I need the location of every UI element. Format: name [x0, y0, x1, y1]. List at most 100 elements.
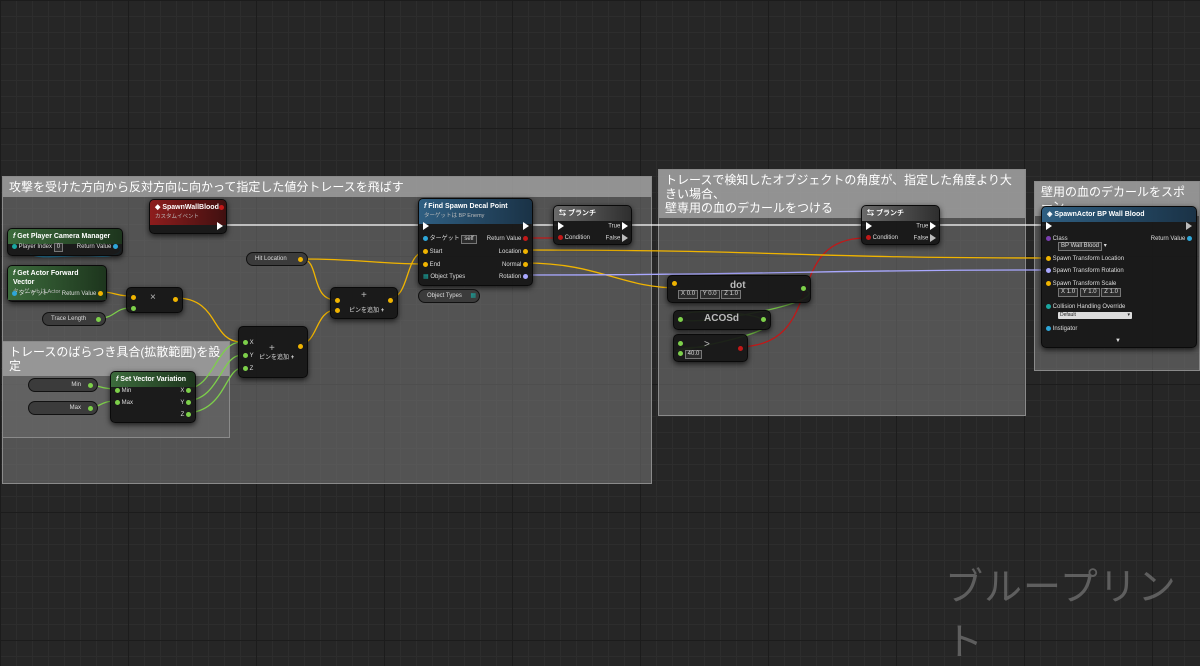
- vector-pin-icon: [335, 307, 340, 313]
- return-value-pin[interactable]: Return Value: [487, 235, 528, 243]
- exec-output-pin[interactable]: [1186, 222, 1192, 231]
- y-field[interactable]: Y 1.0: [1079, 288, 1100, 297]
- x-output-pin[interactable]: X: [180, 387, 191, 395]
- max-input-pin[interactable]: Max: [115, 399, 133, 407]
- delegate-pin[interactable]: [219, 204, 224, 212]
- vector-input-pin[interactable]: [335, 297, 340, 305]
- add-pin-button[interactable]: ピンを追加 +: [259, 354, 294, 362]
- collision-select[interactable]: Default ▾: [1058, 311, 1132, 319]
- exec-pin-icon: [523, 222, 529, 230]
- return-value-pin[interactable]: Return Value: [77, 243, 118, 251]
- vector-output-pin[interactable]: [298, 343, 303, 351]
- vector-pin-icon: [523, 248, 528, 254]
- y-output-pin[interactable]: Y: [180, 399, 191, 407]
- pin-label: Condition: [872, 235, 899, 241]
- float-input-pin[interactable]: 40.0: [678, 350, 703, 359]
- class-value[interactable]: BP Wall Blood: [1058, 242, 1103, 251]
- expand-advanced-button[interactable]: ▼: [1115, 337, 1121, 345]
- target-pin[interactable]: ターゲット: [12, 290, 49, 298]
- true-pin[interactable]: True: [608, 222, 628, 231]
- node-header: f Set Vector Variation: [111, 372, 195, 387]
- location-pin[interactable]: Location: [499, 248, 528, 256]
- branch-node[interactable]: ⇆ ブランチ Condition True False: [553, 205, 632, 245]
- spawn-scale-pin[interactable]: Spawn Transform Scale: [1046, 280, 1116, 288]
- false-pin[interactable]: False: [606, 234, 628, 243]
- instigator-pin[interactable]: Instigator: [1046, 325, 1077, 333]
- branch-node[interactable]: ⇆ ブランチ Condition True False: [861, 205, 940, 245]
- vector-output-pin[interactable]: [388, 297, 393, 305]
- get-player-camera-manager-node[interactable]: f Get Player Camera Manager Player Index…: [7, 228, 123, 256]
- z-output-pin[interactable]: Z: [181, 411, 191, 419]
- exec-input-pin[interactable]: [558, 222, 564, 231]
- spawn-wall-blood-event-node[interactable]: ◆ SpawnWallBlood カスタムイベント: [149, 199, 227, 234]
- true-pin[interactable]: True: [916, 222, 936, 231]
- spawn-rotation-pin[interactable]: Spawn Transform Rotation: [1046, 267, 1124, 275]
- return-value-pin[interactable]: Return Value: [1151, 235, 1192, 243]
- pin-label: False: [605, 235, 621, 242]
- axis-label: Z: [724, 291, 728, 297]
- x-field[interactable]: X 1.0: [1058, 288, 1079, 297]
- spawn-actor-node[interactable]: ◈ SpawnActor BP Wall Blood Class BP Wall…: [1041, 206, 1197, 348]
- end-pin[interactable]: End: [423, 261, 440, 269]
- bool-output-pin[interactable]: [738, 345, 743, 353]
- y-input-pin[interactable]: Y: [243, 352, 254, 360]
- exec-input-pin[interactable]: [1046, 222, 1052, 231]
- spawn-location-pin[interactable]: Spawn Transform Location: [1046, 255, 1124, 263]
- z-input-pin[interactable]: Z: [243, 365, 253, 373]
- get-actor-forward-vector-node[interactable]: f Get Actor Forward Vector ターゲットは Actor タ…: [7, 265, 107, 302]
- make-vector-node[interactable]: + ピンを追加 + X Y Z: [238, 326, 308, 378]
- collision-value[interactable]: Default ▾: [1058, 312, 1132, 319]
- add-pin-button[interactable]: ピンを追加 +: [349, 307, 384, 315]
- z-field[interactable]: Z 1.0: [1101, 288, 1121, 297]
- greater-than-node[interactable]: > 40.0: [673, 334, 748, 362]
- rotation-pin[interactable]: Rotation: [499, 273, 528, 281]
- collision-handling-pin[interactable]: Collision Handling Override: [1046, 303, 1125, 311]
- multiply-node[interactable]: ×: [126, 287, 183, 313]
- min-input-pin[interactable]: Min: [115, 387, 131, 395]
- z-field[interactable]: Z 1.0: [721, 290, 741, 299]
- add-node[interactable]: + ピンを追加 +: [330, 287, 398, 319]
- object-types-variable[interactable]: Object Types ▦: [418, 289, 480, 303]
- start-pin[interactable]: Start: [423, 248, 442, 256]
- target-pin[interactable]: ターゲット self: [423, 235, 477, 244]
- condition-pin[interactable]: Condition: [558, 234, 590, 242]
- condition-pin[interactable]: Condition: [866, 234, 898, 242]
- object-types-pin[interactable]: ▦ Object Types: [423, 273, 465, 281]
- float-input-pin[interactable]: [678, 316, 683, 324]
- hit-location-variable[interactable]: Hit Location: [246, 252, 308, 266]
- false-pin[interactable]: False: [914, 234, 936, 243]
- exec-input-pin[interactable]: [866, 222, 872, 231]
- class-select[interactable]: BP Wall Blood ▾: [1058, 242, 1107, 251]
- normal-pin[interactable]: Normal: [502, 261, 528, 269]
- max-variable[interactable]: Max: [28, 401, 98, 415]
- min-variable[interactable]: Min: [28, 378, 98, 392]
- player-index-value[interactable]: 0: [53, 243, 64, 252]
- vector-output-pin[interactable]: [173, 296, 178, 304]
- dot-product-node[interactable]: dot X 0.0 Y 0.0 Z 1.0: [667, 275, 811, 303]
- operator-label: +: [269, 343, 275, 354]
- exec-output-pin[interactable]: [523, 222, 529, 231]
- exec-input-pin[interactable]: [423, 222, 429, 231]
- float-output-pin[interactable]: [761, 316, 766, 324]
- vector-default-fields[interactable]: X 0.0 Y 0.0 Z 1.0: [678, 290, 741, 299]
- vector-input-pin[interactable]: [335, 307, 340, 315]
- x-input-pin[interactable]: X: [243, 339, 254, 347]
- player-index-pin[interactable]: Player Index 0: [12, 243, 64, 252]
- float-input-pin[interactable]: [678, 340, 683, 348]
- trace-length-variable[interactable]: Trace Length: [42, 312, 106, 326]
- acosd-node[interactable]: ACOSd: [673, 310, 771, 330]
- exec-output-pin[interactable]: [217, 222, 223, 231]
- find-spawn-decal-point-node[interactable]: f Find Spawn Decal Point ターゲットは BP Enemy …: [418, 198, 533, 286]
- float-output-pin[interactable]: [801, 285, 806, 293]
- threshold-value[interactable]: 40.0: [684, 350, 703, 359]
- y-field[interactable]: Y 0.0: [699, 290, 720, 299]
- scale-default-fields[interactable]: X 1.0 Y 1.0 Z 1.0: [1058, 288, 1121, 297]
- return-value-pin[interactable]: Return Value: [62, 290, 103, 298]
- x-field[interactable]: X 0.0: [678, 290, 699, 299]
- set-vector-variation-node[interactable]: f Set Vector Variation Min Max X Y Z: [110, 371, 196, 423]
- blueprint-watermark: ブループリント: [945, 567, 1177, 664]
- variable-label: Object Types: [427, 293, 462, 299]
- vector-input-pin[interactable]: [131, 294, 136, 302]
- float-input-pin[interactable]: [131, 305, 136, 313]
- vector-input-pin[interactable]: [672, 280, 677, 288]
